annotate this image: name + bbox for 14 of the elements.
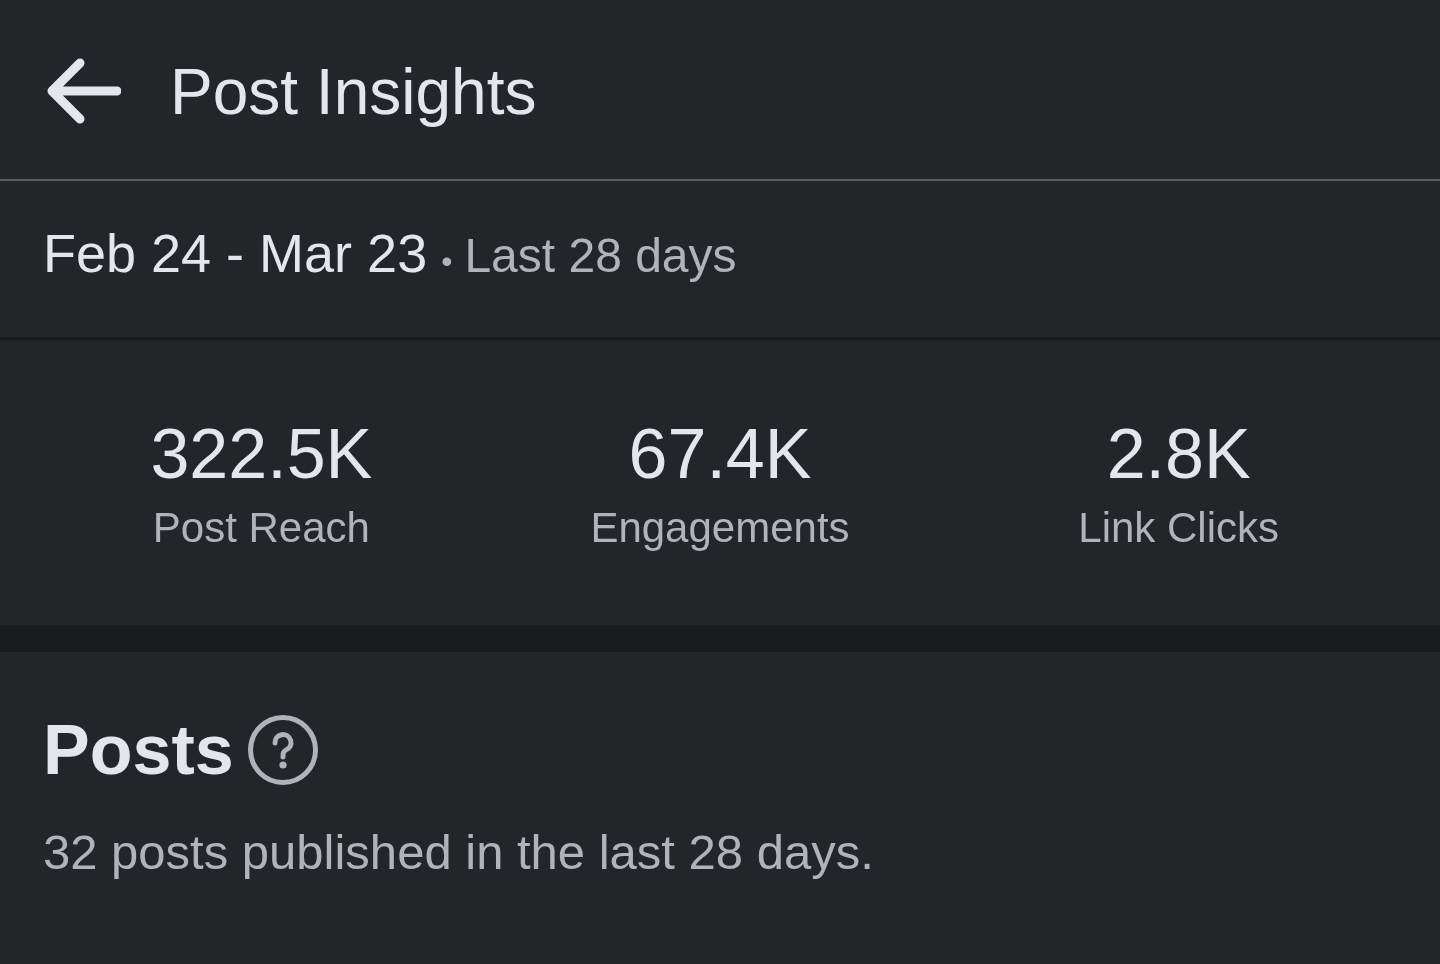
posts-summary: 32 posts published in the last 28 days. [43, 824, 875, 881]
date-range: Feb 24 - Mar 23 [43, 222, 428, 285]
metric-label: Engagements [590, 502, 850, 553]
metric-value: 2.8K [1106, 413, 1251, 495]
section-title: Posts [43, 710, 234, 791]
help-icon[interactable] [247, 715, 318, 785]
page-title: Post Insights [170, 55, 537, 131]
metric-value: 322.5K [150, 413, 373, 495]
metric-label: Post Reach [152, 502, 370, 553]
metric-label: Link Clicks [1078, 502, 1279, 553]
period-label: Last 28 days [464, 228, 737, 284]
separator-dot: • [441, 243, 453, 280]
back-icon[interactable] [47, 57, 121, 124]
metric-value: 67.4K [628, 413, 812, 495]
